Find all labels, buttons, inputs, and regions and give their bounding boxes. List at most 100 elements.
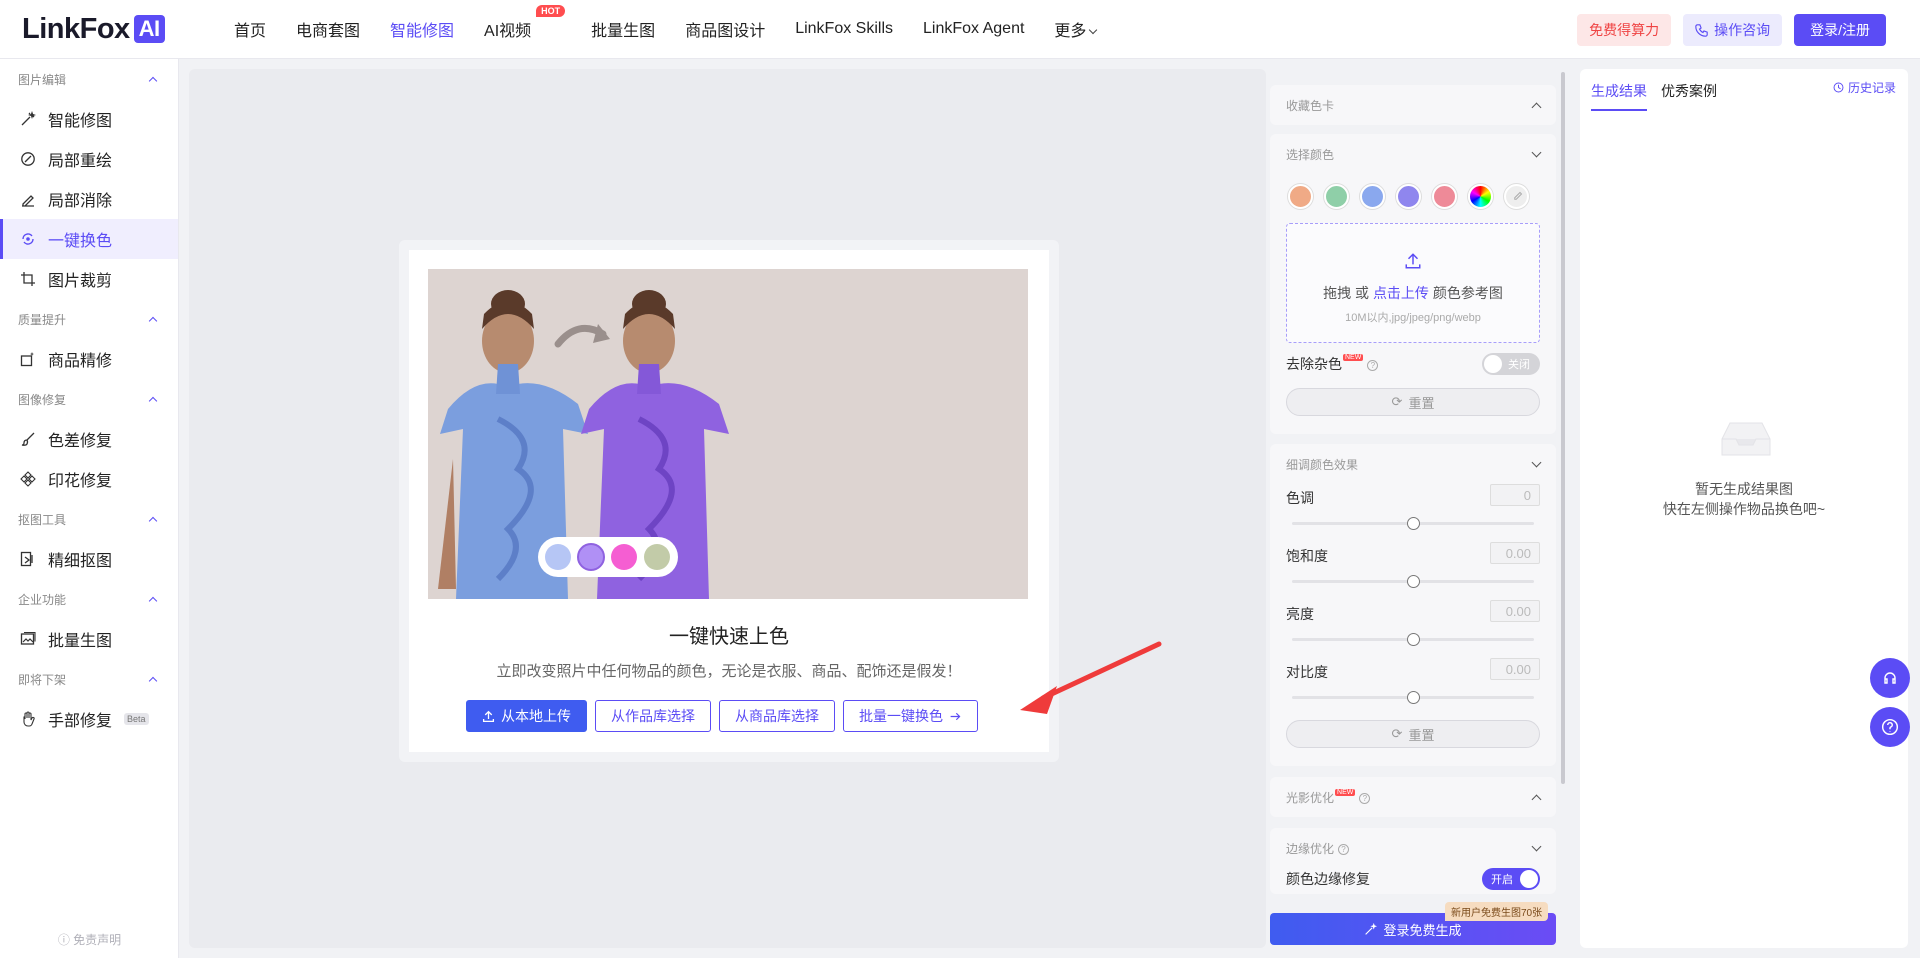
tab-showcase[interactable]: 优秀案例 bbox=[1661, 81, 1717, 111]
nav-batch-gen[interactable]: 批量生图 bbox=[591, 17, 655, 41]
nav-smart-retouch[interactable]: 智能修图 bbox=[390, 17, 454, 41]
history-link[interactable]: 历史记录 bbox=[1833, 79, 1896, 96]
sidebar-item-label: 手部修复 bbox=[48, 713, 113, 730]
section-title: 图像修复 bbox=[18, 392, 67, 407]
login-register-button[interactable]: 登录/注册 bbox=[1794, 14, 1886, 46]
free-credits-button[interactable]: 免费得算力 bbox=[1577, 14, 1672, 46]
slider-value-input[interactable]: 0 bbox=[1490, 484, 1540, 506]
chevron-up-icon bbox=[148, 516, 158, 525]
sidebar-section-image-edit[interactable]: 图片编辑 bbox=[0, 59, 178, 99]
sidebar-item-fine-cutout[interactable]: 精细抠图 bbox=[0, 539, 178, 579]
sidebar-section-repair[interactable]: 图像修复 bbox=[0, 379, 178, 419]
generate-label: 登录免费生成 bbox=[1383, 922, 1462, 938]
sidebar-item-smart-retouch[interactable]: 智能修图 bbox=[0, 99, 178, 139]
upload-hint: 10M以内,jpg/jpeg/png/webp bbox=[1345, 312, 1481, 324]
consult-button[interactable]: 操作咨询 bbox=[1683, 14, 1783, 46]
arrow-right-icon bbox=[950, 712, 961, 720]
select-color-section: 选择颜色 拖拽 或 点击上传 颜色参考图 10M以内,jpg/jpeg/png/… bbox=[1270, 134, 1556, 434]
upload-local-button[interactable]: 从本地上传 bbox=[466, 700, 587, 732]
upload-local-label: 从本地上传 bbox=[501, 708, 571, 724]
slider-handle[interactable] bbox=[1407, 517, 1420, 530]
logo[interactable]: LinkFox AI bbox=[22, 13, 165, 45]
eyedropper-icon[interactable] bbox=[1504, 184, 1529, 209]
panel-scrollbar[interactable] bbox=[1561, 72, 1565, 784]
new-badge: NEW bbox=[1335, 788, 1356, 796]
batch-recolor-button[interactable]: 批量一键换色 bbox=[843, 700, 978, 732]
top-actions: 免费得算力 操作咨询 登录/注册 bbox=[1577, 14, 1886, 46]
sidebar-item-inpaint[interactable]: 局部重绘 bbox=[0, 139, 178, 179]
nav-ai-video[interactable]: AI视频 HOT bbox=[484, 5, 566, 41]
help-button[interactable] bbox=[1870, 707, 1910, 747]
swatch-blue[interactable] bbox=[1360, 184, 1385, 209]
select-color-header[interactable]: 选择颜色 bbox=[1270, 134, 1556, 174]
nav-skills[interactable]: LinkFox Skills bbox=[795, 20, 893, 38]
color-wheel-icon[interactable] bbox=[1468, 184, 1493, 209]
sidebar-item-batch-gen[interactable]: 批量生图 bbox=[0, 619, 178, 659]
reset-finetune-button[interactable]: ⟳ 重置 bbox=[1286, 720, 1540, 748]
sidebar-item-recolor[interactable]: 一键换色 bbox=[0, 219, 178, 259]
upload-icon bbox=[482, 710, 495, 722]
main-nav: 首页 电商套图 智能修图 AI视频 HOT 批量生图 商品图设计 LinkFox… bbox=[234, 0, 1126, 58]
new-badge: NEW bbox=[1343, 354, 1364, 361]
edge-fix-toggle[interactable]: 开启 bbox=[1482, 868, 1540, 890]
sidebar-section-quality[interactable]: 质量提升 bbox=[0, 299, 178, 339]
swatch-green[interactable] bbox=[1324, 184, 1349, 209]
tab-results[interactable]: 生成结果 bbox=[1591, 81, 1647, 111]
consult-label: 操作咨询 bbox=[1714, 22, 1771, 38]
chevron-down-icon bbox=[1531, 147, 1542, 157]
nav-product-design[interactable]: 商品图设计 bbox=[685, 17, 765, 41]
color-reference-upload[interactable]: 拖拽 或 点击上传 颜色参考图 10M以内,jpg/jpeg/png/webp bbox=[1286, 223, 1540, 343]
magic-wand-icon bbox=[1365, 922, 1378, 935]
disclaimer-link[interactable]: ⓘ 免责声明 bbox=[0, 931, 179, 948]
slider-value-input[interactable]: 0.00 bbox=[1490, 600, 1540, 622]
sidebar-section-enterprise[interactable]: 企业功能 bbox=[0, 579, 178, 619]
help-icon[interactable]: ? bbox=[1367, 359, 1379, 371]
swatch-pink[interactable] bbox=[1432, 184, 1457, 209]
sidebar-item-erase[interactable]: 局部消除 bbox=[0, 179, 178, 219]
nav-more[interactable]: 更多 bbox=[1054, 17, 1098, 41]
reset-label: 重置 bbox=[1408, 727, 1435, 743]
help-icon[interactable]: ? bbox=[1359, 792, 1371, 804]
slider-handle[interactable] bbox=[1407, 575, 1420, 588]
sidebar-item-product-refine[interactable]: 商品精修 bbox=[0, 339, 178, 379]
saved-colors-section[interactable]: 收藏色卡 bbox=[1270, 85, 1556, 125]
card-title: 一键快速上色 bbox=[669, 626, 789, 648]
empty-state: 暂无生成结果图 快在左侧操作物品换色吧~ bbox=[1580, 479, 1908, 519]
nav-ecom-set[interactable]: 电商套图 bbox=[296, 17, 360, 41]
reset-color-button[interactable]: ⟳ 重置 bbox=[1286, 388, 1540, 416]
eyedropper-glyph-icon bbox=[1513, 191, 1522, 200]
empty-title: 暂无生成结果图 bbox=[1695, 481, 1793, 497]
swatch-purple[interactable] bbox=[1396, 184, 1421, 209]
sidebar-section-cutout[interactable]: 抠图工具 bbox=[0, 499, 178, 539]
slider-value-input[interactable]: 0.00 bbox=[1490, 658, 1540, 680]
nav-agent[interactable]: LinkFox Agent bbox=[923, 20, 1024, 38]
slider-handle[interactable] bbox=[1407, 633, 1420, 646]
drag-text: 拖拽 或 bbox=[1323, 285, 1370, 301]
logo-badge: AI bbox=[133, 15, 165, 43]
fine-tune-section: 细调颜色效果 色调 0 饱和度 0.00 亮度 0.00 对比度 0.00 ⟳ 重… bbox=[1270, 444, 1556, 766]
example-image bbox=[428, 269, 1028, 599]
sidebar-section-deprecated[interactable]: 即将下架 bbox=[0, 659, 178, 699]
slider-contrast: 对比度 0.00 bbox=[1270, 658, 1556, 716]
nav-home[interactable]: 首页 bbox=[234, 17, 266, 41]
select-from-works-button[interactable]: 从作品库选择 bbox=[595, 700, 711, 732]
lighting-section[interactable]: 光影优化 NEW? bbox=[1270, 777, 1556, 817]
sidebar-item-hand-repair[interactable]: 手部修复 Beta bbox=[0, 699, 178, 739]
help-icon[interactable]: ? bbox=[1338, 843, 1350, 855]
chevron-up-icon bbox=[148, 316, 158, 325]
slider-handle[interactable] bbox=[1407, 691, 1420, 704]
swatch-orange[interactable] bbox=[1288, 184, 1313, 209]
fine-tune-header[interactable]: 细调颜色效果 bbox=[1270, 444, 1556, 484]
sidebar: 图片编辑 智能修图 局部重绘 局部消除 一键换色 图片裁剪 质量提升 商品精修 … bbox=[0, 59, 179, 958]
edge-header[interactable]: 边缘优化? bbox=[1270, 828, 1556, 868]
hot-badge: HOT bbox=[536, 5, 566, 17]
sidebar-item-print-repair[interactable]: 印花修复 bbox=[0, 459, 178, 499]
remove-noise-toggle[interactable]: 关闭 bbox=[1482, 353, 1540, 375]
click-upload-link[interactable]: 点击上传 bbox=[1373, 285, 1429, 301]
slider-value-input[interactable]: 0.00 bbox=[1490, 542, 1540, 564]
sidebar-item-crop[interactable]: 图片裁剪 bbox=[0, 259, 178, 299]
select-from-products-button[interactable]: 从商品库选择 bbox=[719, 700, 835, 732]
customer-service-button[interactable] bbox=[1870, 658, 1910, 698]
reset-label: 重置 bbox=[1408, 395, 1435, 411]
sidebar-item-color-diff[interactable]: 色差修复 bbox=[0, 419, 178, 459]
